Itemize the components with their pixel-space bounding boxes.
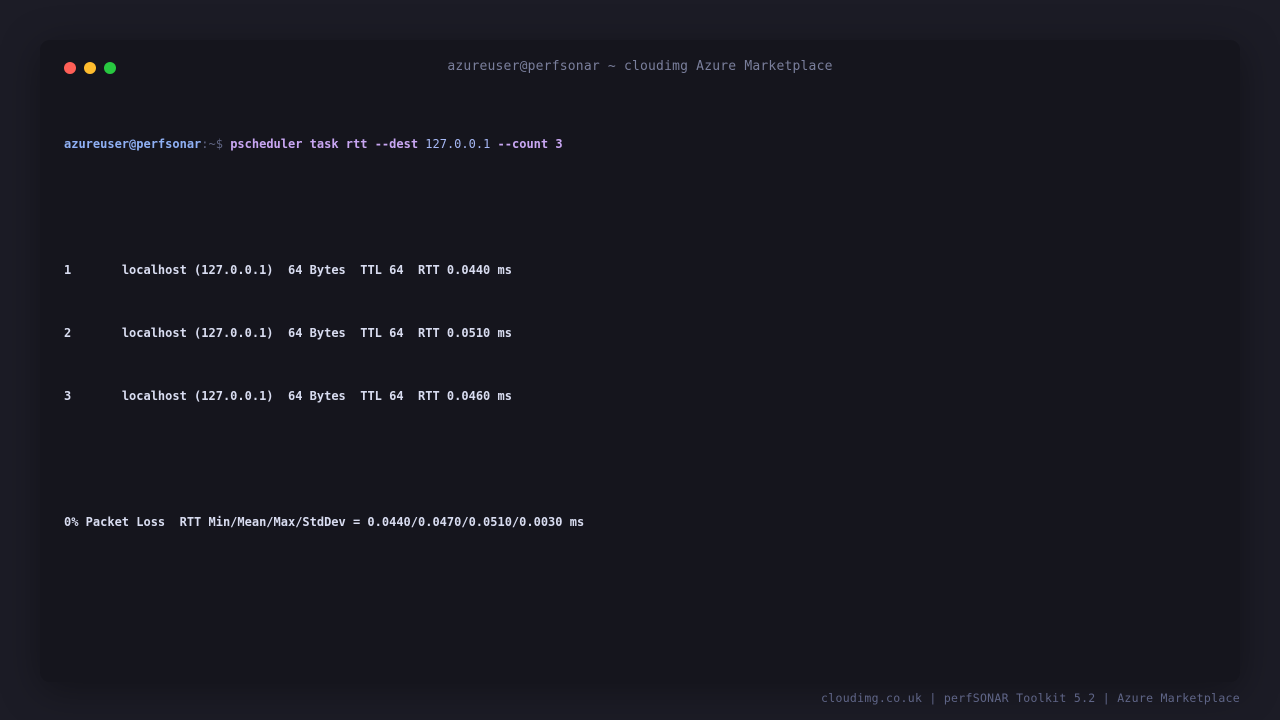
command-dest: 127.0.0.1 [425,137,491,151]
summary-line: 0% Packet Loss RTT Min/Mean/Max/StdDev =… [64,515,585,529]
command-line: azureuser@perfsonar:~$ pscheduler task r… [64,134,1216,155]
command-count: --count 3 [497,137,563,151]
result-row: 2 localhost (127.0.0.1) 64 Bytes TTL 64 … [64,323,1216,344]
result-row: 3 localhost (127.0.0.1) 64 Bytes TTL 64 … [64,386,1216,407]
command-name: pscheduler task rtt --dest [230,137,419,151]
result-text: localhost (127.0.0.1) 64 Bytes TTL 64 RT… [121,326,512,340]
result-seq: 3 [64,389,72,403]
prompt-user: azureuser@perfsonar [64,137,202,151]
footer-caption: cloudimg.co.uk | perfSONAR Toolkit 5.2 |… [821,691,1240,705]
result-seq: 1 [64,263,72,277]
result-text: localhost (127.0.0.1) 64 Bytes TTL 64 RT… [121,263,512,277]
command-text: pscheduler task rtt --dest 127.0.0.1 --c… [230,137,562,151]
result-text: localhost (127.0.0.1) 64 Bytes TTL 64 RT… [121,389,512,403]
result-row: 1 localhost (127.0.0.1) 64 Bytes TTL 64 … [64,260,1216,281]
terminal-output[interactable]: azureuser@perfsonar:~$ pscheduler task r… [64,92,1216,575]
title-bar: azureuser@perfsonar ~ cloudimg Azure Mar… [40,40,1240,96]
result-seq: 2 [64,326,72,340]
prompt-path: :~$ [201,137,223,151]
terminal-window: azureuser@perfsonar ~ cloudimg Azure Mar… [40,40,1240,682]
window-title: azureuser@perfsonar ~ cloudimg Azure Mar… [447,59,833,74]
